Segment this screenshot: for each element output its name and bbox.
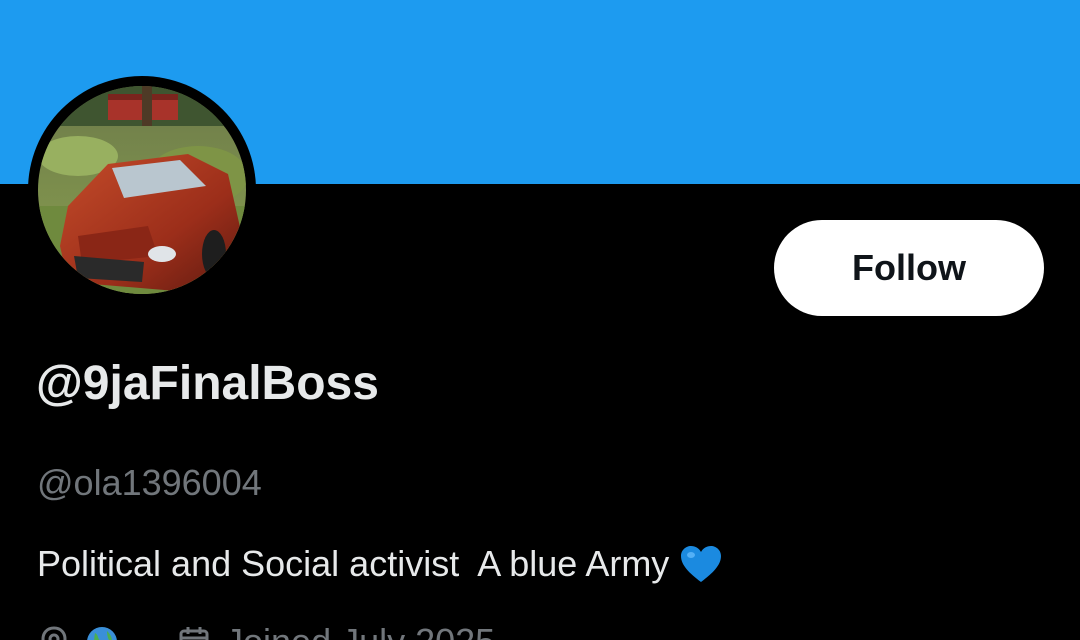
user-handle: @ola1396004 xyxy=(37,462,262,503)
profile-meta-row: Joined July 2025 xyxy=(37,621,495,640)
bio-text: Political and Social activist A blue Arm… xyxy=(37,543,670,584)
follow-button[interactable]: Follow xyxy=(774,220,1044,316)
profile-bio: Political and Social activist A blue Arm… xyxy=(37,540,723,588)
location-pin-icon xyxy=(41,626,67,640)
display-name: @9jaFinalBoss xyxy=(36,357,379,410)
profile-avatar[interactable] xyxy=(28,76,256,304)
calendar-icon xyxy=(179,627,209,640)
blue-heart-icon xyxy=(681,546,722,582)
joined-date: Joined July 2025 xyxy=(225,621,495,640)
globe-emoji-icon xyxy=(87,627,117,640)
profile-page: Follow @9jaFinalBoss @ola1396004 Politic… xyxy=(0,0,1080,640)
avatar-photo xyxy=(38,86,246,294)
